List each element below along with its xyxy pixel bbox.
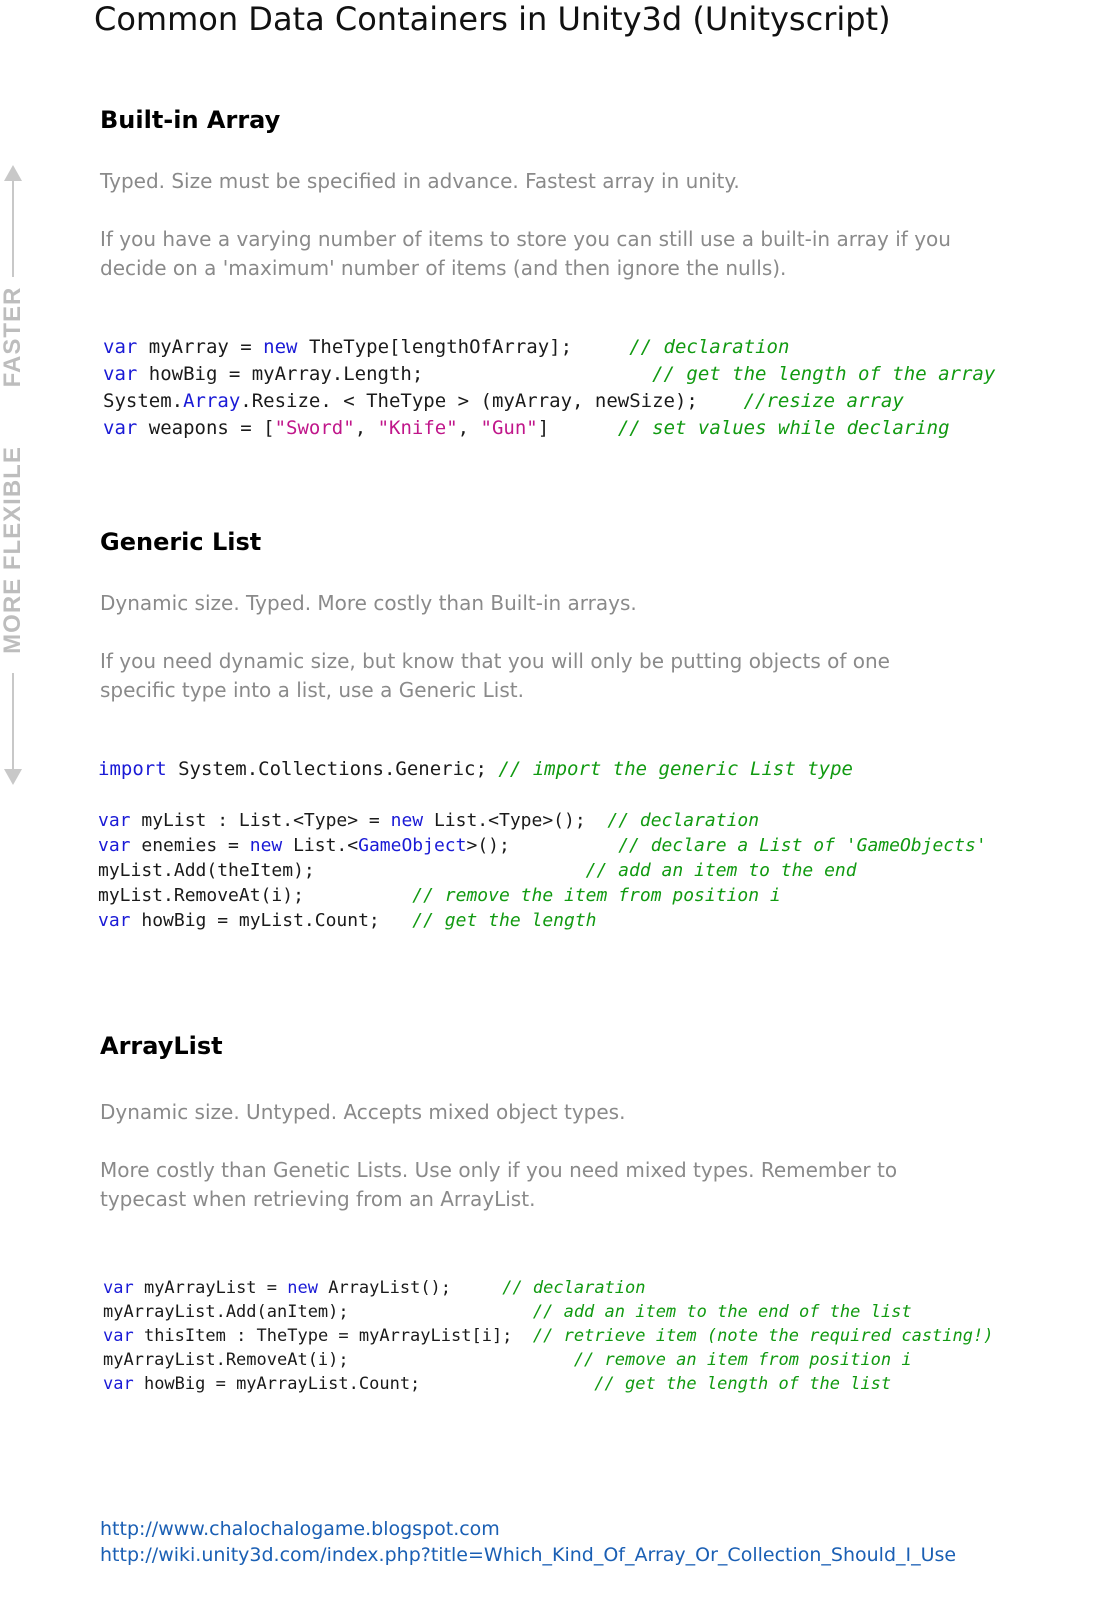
code-comment: // retrieve item (note the required cast… [532,1326,994,1346]
section-description: Dynamic size. Untyped. Accepts mixed obj… [100,1100,626,1124]
code-text: myList.Add(theItem); [98,860,586,881]
code-keyword: var [98,910,131,931]
page-title: Common Data Containers in Unity3d (Unity… [94,0,891,38]
code-line: var myList : List.<Type> = new List.<Typ… [98,808,987,833]
speed-flexibility-axis: FASTER MORE FLEXIBLE [0,165,28,785]
code-text: enemies = [130,835,250,856]
code-text: List.<Type>(); [423,810,608,831]
code-line: var myArrayList = new ArrayList(); // de… [103,1276,993,1300]
code-line: var thisItem : TheType = myArrayList[i];… [103,1324,993,1348]
code-keyword: var [103,417,138,439]
code-keyword: new [390,810,424,831]
section-built-in-array: Built-in Array Typed. Size must be speci… [100,106,1090,456]
faster-label: FASTER [0,286,26,388]
code-keyword: var [103,336,138,358]
code-line: var howBig = myList.Count; // get the le… [98,908,987,933]
more-flexible-label: MORE FLEXIBLE [0,446,26,654]
section-arraylist: ArrayList Dynamic size. Untyped. Accepts… [100,1032,1090,1412]
code-text: List.< [282,835,359,856]
code-line: var enemies = new List.<GameObject>(); /… [98,833,987,858]
code-comment: //resize array [743,390,904,412]
code-line: myList.Add(theItem); // add an item to t… [98,858,987,883]
code-line: import System.Collections.Generic; // im… [98,756,853,783]
code-comment: // get the length of the array [652,363,996,385]
code-comment: // import the generic List type [498,758,853,780]
code-text: ArrayList(); [317,1278,503,1298]
section-description: If you have a varying number of items to… [100,227,951,280]
code-line: var howBig = myArrayList.Count; // get t… [103,1372,993,1396]
section-description: If you need dynamic size, but know that … [100,649,890,702]
code-line: var howBig = myArray.Length; // get the … [103,361,995,388]
code-text: myList : List.<Type> = [130,810,391,831]
code-text: TheType[lengthOfArray]; [297,336,630,358]
code-comment: // declaration [502,1278,646,1298]
code-comment: // add an item to the end [585,860,857,881]
code-keyword: GameObject [358,835,467,856]
code-text: howBig = myList.Count; [130,910,413,931]
code-text: myArrayList.Add(anItem); [103,1302,533,1322]
section-generic-list: Generic List Dynamic size. Typed. More c… [98,528,1090,948]
code-keyword: import [98,758,167,780]
code-text: myArrayList.RemoveAt(i); [103,1350,574,1370]
code-string: "Knife" [377,417,458,439]
section-heading: Generic List [100,528,262,556]
code-line: var weapons = ["Sword", "Knife", "Gun"] … [103,415,995,442]
code-keyword: new [287,1278,318,1298]
code-comment: // get the length [412,910,597,931]
code-keyword: new [249,835,283,856]
code-keyword: Array [183,390,241,412]
code-block: var myArray = new TheType[lengthOfArray]… [103,334,995,442]
section-heading: ArrayList [100,1032,223,1060]
code-keyword: var [103,363,138,385]
arrow-down-icon [4,769,22,785]
reference-links: http://www.chalochalogame.blogspot.com h… [100,1516,956,1568]
code-comment: // set values while declaring [617,417,950,439]
code-keyword: var [103,1326,134,1346]
code-text: myList.RemoveAt(i); [98,885,413,906]
section-description: More costly than Genetic Lists. Use only… [100,1158,898,1211]
code-line: myList.RemoveAt(i); // remove the item f… [98,883,987,908]
code-comment: // remove the item from position i [412,885,781,906]
wiki-link[interactable]: http://wiki.unity3d.com/index.php?title=… [100,1542,956,1568]
blog-link[interactable]: http://www.chalochalogame.blogspot.com [100,1516,956,1542]
code-text: thisItem : TheType = myArrayList[i]; [133,1326,533,1346]
code-comment: // get the length of the list [594,1374,892,1394]
code-line: var myArray = new TheType[lengthOfArray]… [103,334,995,361]
code-string: "Gun" [480,417,538,439]
section-description: Typed. Size must be specified in advance… [100,169,740,193]
code-text: howBig = myArrayList.Count; [133,1374,595,1394]
code-line: myArrayList.Add(anItem); // add an item … [103,1300,993,1324]
code-comment: // declare a List of 'GameObjects' [618,835,987,856]
code-line: myArrayList.RemoveAt(i); // remove an it… [103,1348,993,1372]
section-description: Dynamic size. Typed. More costly than Bu… [100,591,637,615]
code-keyword: var [98,810,131,831]
code-text: ] [537,417,618,439]
code-comment: // remove an item from position i [573,1350,912,1370]
code-text: >(); [466,835,619,856]
code-text: System. [103,390,184,412]
code-text: .Resize. < TheType > (myArray, newSize); [240,390,744,412]
code-line: System.Array.Resize. < TheType > (myArra… [103,388,995,415]
section-heading: Built-in Array [100,106,281,134]
import-line: import System.Collections.Generic; // im… [98,756,853,783]
code-text: System.Collections.Generic; [166,758,499,780]
code-string: "Sword" [274,417,355,439]
code-text: weapons = [ [137,417,275,439]
code-comment: // declaration [607,810,760,831]
code-comment: // add an item to the end of the list [532,1302,912,1322]
code-keyword: var [103,1374,134,1394]
code-text: , [354,417,378,439]
code-keyword: new [263,336,298,358]
code-block: var myArrayList = new ArrayList(); // de… [103,1276,993,1396]
code-text: myArrayList = [133,1278,288,1298]
code-keyword: var [98,835,131,856]
code-comment: // declaration [629,336,790,358]
code-keyword: var [103,1278,134,1298]
code-text: , [457,417,481,439]
code-block: var myList : List.<Type> = new List.<Typ… [98,808,987,933]
code-text: myArray = [137,336,264,358]
code-text: howBig = myArray.Length; [137,363,653,385]
